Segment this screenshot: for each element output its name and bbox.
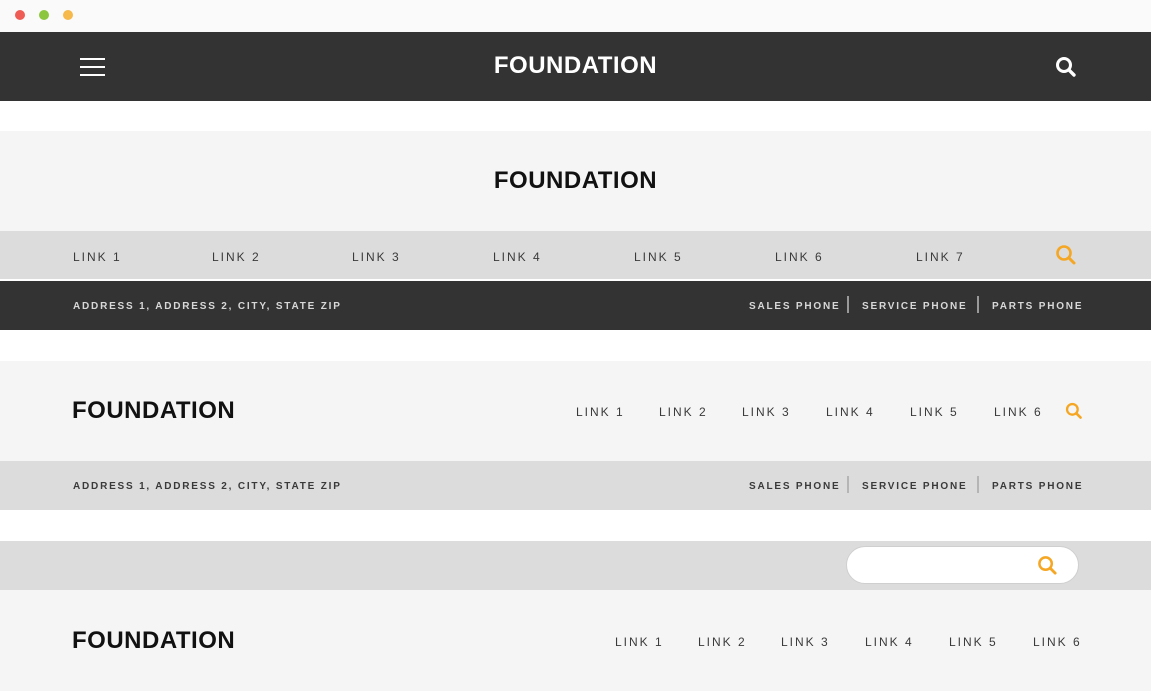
nav-link-3[interactable]: LINK 3 [742, 405, 791, 419]
window-minimize-dot[interactable] [63, 10, 73, 20]
header-variant-4-search-bar [0, 541, 1151, 590]
nav-link-6[interactable]: LINK 6 [775, 250, 824, 264]
window-maximize-dot[interactable] [39, 10, 49, 20]
search-box [846, 546, 1079, 584]
nav-link-6[interactable]: LINK 6 [994, 405, 1043, 419]
divider [977, 476, 979, 493]
brand-logo[interactable]: FOUNDATION [0, 54, 1151, 78]
service-phone-link[interactable]: SERVICE PHONE [862, 481, 967, 492]
nav-link-4[interactable]: LINK 4 [493, 250, 542, 264]
nav-link-4[interactable]: LINK 4 [826, 405, 875, 419]
nav-link-1[interactable]: LINK 1 [576, 405, 625, 419]
parts-phone-link[interactable]: PARTS PHONE [992, 301, 1083, 312]
search-input[interactable] [863, 555, 1037, 577]
service-phone-link[interactable]: SERVICE PHONE [862, 301, 967, 312]
window-titlebar [0, 0, 1151, 32]
nav-link-5[interactable]: LINK 5 [634, 250, 683, 264]
search-icon[interactable] [1065, 402, 1083, 420]
divider [847, 476, 849, 493]
divider [977, 296, 979, 313]
search-icon[interactable] [1055, 56, 1077, 78]
nav-link-2[interactable]: LINK 2 [212, 250, 261, 264]
address-text: ADDRESS 1, ADDRESS 2, CITY, STATE ZIP [73, 481, 342, 492]
nav-link-1[interactable]: LINK 1 [73, 250, 122, 264]
sales-phone-link[interactable]: SALES PHONE [749, 301, 840, 312]
brand-logo[interactable]: FOUNDATION [72, 399, 235, 423]
window-close-dot[interactable] [15, 10, 25, 20]
header-variant-2-brand-bar: FOUNDATION [0, 131, 1151, 231]
search-icon[interactable] [1055, 244, 1077, 266]
search-icon[interactable] [1037, 555, 1058, 576]
header-variant-4-main: FOUNDATION LINK 1 LINK 2 LINK 3 LINK 4 L… [0, 590, 1151, 691]
nav-link-2[interactable]: LINK 2 [659, 405, 708, 419]
header-variant-3-info-bar: ADDRESS 1, ADDRESS 2, CITY, STATE ZIP SA… [0, 461, 1151, 510]
nav-link-2[interactable]: LINK 2 [698, 635, 747, 649]
divider [847, 296, 849, 313]
nav-link-1[interactable]: LINK 1 [615, 635, 664, 649]
header-variant-1: FOUNDATION [0, 32, 1151, 101]
nav-link-6[interactable]: LINK 6 [1033, 635, 1082, 649]
nav-link-4[interactable]: LINK 4 [865, 635, 914, 649]
header-variant-2-info-bar: ADDRESS 1, ADDRESS 2, CITY, STATE ZIP SA… [0, 281, 1151, 330]
address-text: ADDRESS 1, ADDRESS 2, CITY, STATE ZIP [73, 301, 342, 312]
nav-link-3[interactable]: LINK 3 [781, 635, 830, 649]
header-variant-2-nav: LINK 1 LINK 2 LINK 3 LINK 4 LINK 5 LINK … [0, 231, 1151, 279]
nav-link-5[interactable]: LINK 5 [949, 635, 998, 649]
parts-phone-link[interactable]: PARTS PHONE [992, 481, 1083, 492]
sales-phone-link[interactable]: SALES PHONE [749, 481, 840, 492]
nav-link-3[interactable]: LINK 3 [352, 250, 401, 264]
brand-logo[interactable]: FOUNDATION [0, 169, 1151, 193]
brand-logo[interactable]: FOUNDATION [72, 629, 235, 653]
header-variant-3-main: FOUNDATION LINK 1 LINK 2 LINK 3 LINK 4 L… [0, 361, 1151, 461]
nav-link-5[interactable]: LINK 5 [910, 405, 959, 419]
nav-link-7[interactable]: LINK 7 [916, 250, 965, 264]
